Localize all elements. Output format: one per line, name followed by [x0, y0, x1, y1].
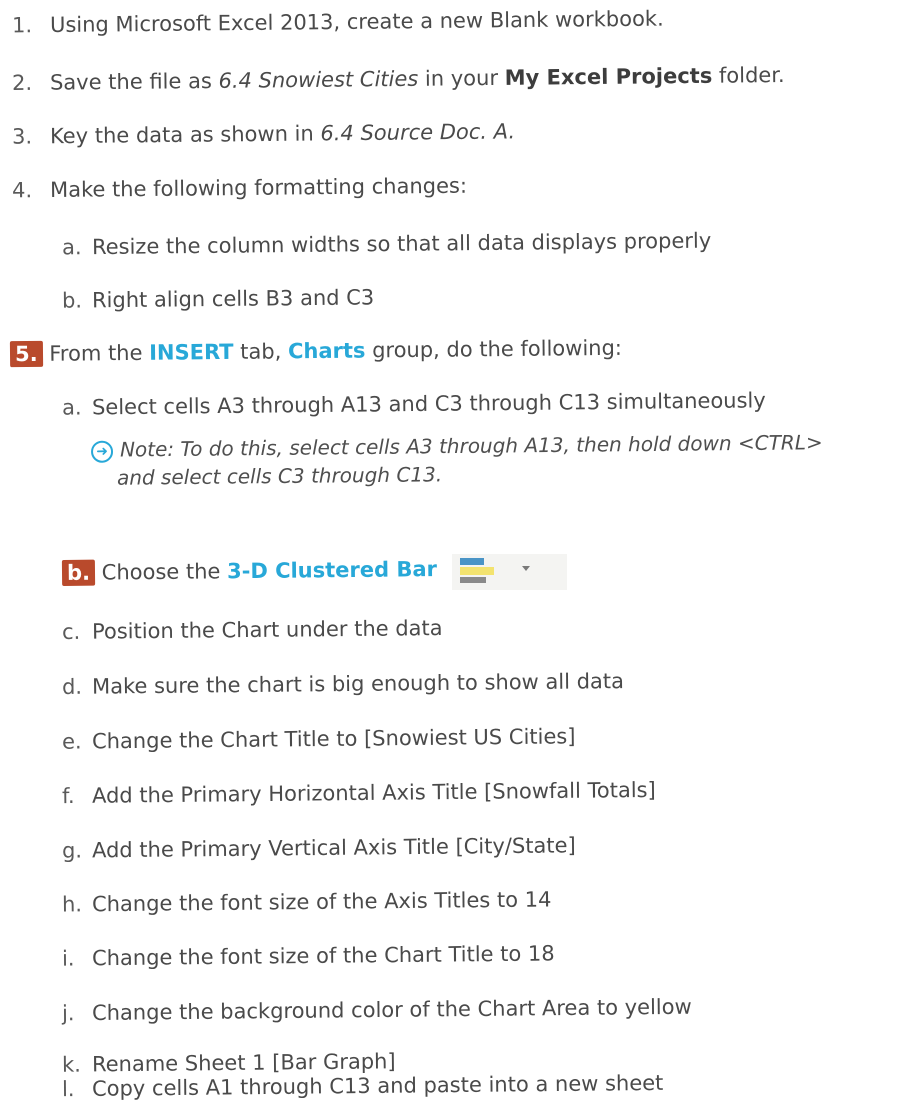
- step-5-sub-l: l. Copy cells A1 through C13 and paste in…: [62, 1069, 664, 1103]
- step-5-sub-j: j. Change the background color of the Cha…: [62, 993, 692, 1028]
- chart-type-label: 3-D Clustered Bar: [226, 557, 438, 584]
- step-5-sub-e: e. Change the Chart Title to [Snowiest US…: [62, 722, 576, 755]
- step-2: 2. Save the file as 6.4 Snowiest Cities i…: [12, 61, 785, 97]
- step-number: 2.: [11, 70, 33, 96]
- note-line-1: Note: To do this, select cells A3 throug…: [119, 430, 823, 462]
- arrow-circle-icon: ➜: [90, 440, 114, 463]
- step-text: group, do the following:: [365, 335, 623, 363]
- sub-text: Change the Chart Title to [Snowiest US C…: [91, 724, 576, 754]
- sub-text: Make sure the chart is big enough to sho…: [91, 669, 625, 699]
- step-text: folder.: [712, 62, 785, 88]
- step-text: Key the data as shown in: [49, 121, 321, 149]
- sub-letter: c.: [61, 619, 81, 644]
- step-4-sub-a: a. Resize the column widths so that all d…: [62, 227, 711, 262]
- step-text: Using Microsoft Excel 2013, create a new…: [49, 6, 664, 38]
- sub-letter: a.: [61, 395, 82, 420]
- sub-letter: f.: [61, 783, 75, 809]
- source-doc-name: 6.4 Source Doc. A.: [320, 119, 516, 146]
- step-5-sub-i: i. Change the font size of the Chart Titl…: [62, 939, 555, 972]
- charts-group-label: Charts: [287, 338, 366, 364]
- step-text: tab,: [233, 339, 289, 364]
- sub-text: Right align cells B3 and C3: [91, 285, 375, 313]
- step-3: 3. Key the data as shown in 6.4 Source Do…: [12, 117, 515, 150]
- sub-text: Resize the column widths so that all dat…: [91, 228, 712, 260]
- sub-letter: g.: [61, 838, 83, 863]
- file-name: 6.4 Snowiest Cities: [218, 66, 419, 93]
- step-5-sub-c: c. Position the Chart under the data: [62, 614, 443, 646]
- step-5-sub-b: b. Choose the 3-D Clustered Bar: [61, 555, 438, 587]
- sub-text: Select cells A3 through A13 and C3 throu…: [91, 388, 766, 420]
- step-5-sub-a: a. Select cells A3 through A13 and C3 thr…: [62, 386, 766, 421]
- step-number-badge: 5.: [9, 340, 43, 368]
- sub-text: Position the Chart under the data: [91, 616, 443, 644]
- step-number: 4.: [11, 178, 33, 203]
- step-text: Make the following formatting changes:: [49, 173, 468, 202]
- sub-text: Change the font size of the Chart Title …: [91, 941, 555, 971]
- step-number: 1.: [11, 13, 33, 38]
- sub-text: Copy cells A1 through C13 and paste into…: [91, 1070, 664, 1101]
- sub-letter: a.: [61, 235, 82, 260]
- note-continued: and select cells C3 through C13.: [117, 460, 442, 492]
- step-4: 4. Make the following formatting changes:: [12, 172, 467, 205]
- sub-text: Add the Primary Horizontal Axis Title [S…: [91, 777, 656, 808]
- step-number: 3.: [11, 124, 33, 149]
- sub-letter: j.: [61, 1001, 75, 1026]
- sub-text: Add the Primary Vertical Axis Title [Cit…: [91, 833, 576, 863]
- sub-text: Change the background color of the Chart…: [91, 994, 692, 1025]
- step-5-sub-f: f. Add the Primary Horizontal Axis Title …: [62, 776, 656, 810]
- step-text: in your: [418, 65, 505, 91]
- insert-tab-label: INSERT: [149, 339, 234, 365]
- folder-name: My Excel Projects: [504, 63, 713, 90]
- sub-letter: e.: [61, 729, 82, 754]
- sub-letter-badge: b.: [61, 559, 96, 586]
- step-5-sub-d: d. Make sure the chart is big enough to s…: [62, 667, 624, 701]
- step-text: Save the file as: [49, 68, 219, 95]
- sub-letter: b.: [61, 288, 83, 313]
- step-4-sub-b: b. Right align cells B3 and C3: [62, 283, 375, 314]
- sub-letter: d.: [61, 674, 83, 699]
- step-5-sub-h: h. Change the font size of the Axis Title…: [62, 885, 552, 918]
- note-line-2: and select cells C3 through C13.: [116, 462, 443, 490]
- note: ➜ Note: To do this, select cells A3 throu…: [90, 428, 823, 465]
- sub-letter: h.: [61, 892, 83, 917]
- step-1: 1. Using Microsoft Excel 2013, create a n…: [12, 5, 664, 40]
- sub-letter: i.: [61, 946, 75, 971]
- sub-text: Choose the: [101, 559, 228, 585]
- step-text: From the: [49, 340, 150, 366]
- step-5-sub-g: g. Add the Primary Vertical Axis Title [C…: [62, 831, 576, 864]
- sub-text: Change the font size of the Axis Titles …: [91, 887, 552, 917]
- step-5: 5. From the INSERT tab, Charts group, do…: [9, 334, 623, 368]
- clustered-bar-chart-icon: [452, 554, 567, 590]
